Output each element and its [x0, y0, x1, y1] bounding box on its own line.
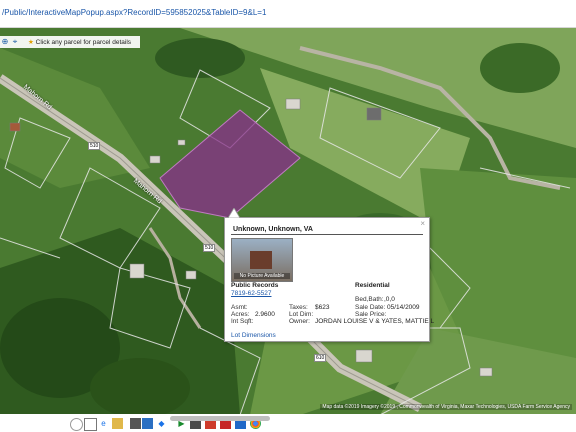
- saleprice-label: Sale Price:: [355, 311, 387, 318]
- property-photo: No Picture Available: [231, 238, 293, 282]
- owner-label: Owner:: [289, 318, 310, 325]
- popup-pointer: [228, 208, 240, 218]
- taskbar: e ◆ ▶: [0, 414, 576, 432]
- saledate-label: Sale Date:: [355, 304, 386, 311]
- bedbath-label: Bed,Bath:: [355, 296, 384, 303]
- acres-value: 2.9600: [255, 311, 275, 318]
- bedbath-value: ,0,0: [384, 296, 395, 303]
- saledate-value: 05/14/2009: [387, 304, 420, 311]
- store-icon[interactable]: [130, 418, 141, 429]
- road-label-610: 610: [314, 354, 327, 362]
- dropbox-icon[interactable]: ◆: [156, 418, 167, 429]
- no-picture-caption: No Picture Available: [234, 273, 290, 279]
- locate-icon[interactable]: ⌖: [10, 36, 20, 48]
- task-view-icon[interactable]: [84, 418, 97, 431]
- star-icon: ★: [28, 39, 34, 46]
- owner-value: JORDAN LOUISE V & YATES, MATTIE L: [315, 318, 435, 325]
- edge-icon[interactable]: e: [98, 418, 109, 429]
- lot-dimensions-link[interactable]: Lot Dimensions: [231, 332, 276, 339]
- taxes-value: $623: [315, 304, 330, 311]
- intsqft-label: Int Sqft:: [231, 318, 254, 325]
- address-bar[interactable]: /Public/InteractiveMapPopup.aspx?RecordI…: [0, 0, 576, 28]
- cortana-icon[interactable]: [70, 418, 83, 431]
- road-label-510-1: 510: [88, 142, 101, 150]
- horizontal-scrollbar[interactable]: [170, 416, 270, 421]
- road-label-510-2: 510: [203, 244, 216, 252]
- map-attribution: Map data ©2019 Imagery ©2019 , Commonwea…: [320, 404, 572, 410]
- globe-icon[interactable]: ⊕: [0, 36, 10, 48]
- acres-label: Acres:: [231, 311, 250, 318]
- file-explorer-icon[interactable]: [112, 418, 123, 429]
- map-toolbar: ⊕ ⌖ ★ Click any parcel for parcel detail…: [0, 36, 140, 48]
- divider: [231, 234, 423, 235]
- lotdim-label: Lot Dim:: [289, 311, 314, 318]
- parcel-popup: × Unknown, Unknown, VA No Picture Availa…: [224, 217, 434, 342]
- taxes-label: Taxes:: [289, 304, 308, 311]
- public-records-heading: Public Records: [231, 282, 279, 289]
- parcel-hint: ★ Click any parcel for parcel details: [28, 39, 132, 46]
- residential-heading: Residential: [355, 282, 390, 289]
- asmt-label: Asmt:: [231, 304, 248, 311]
- mail-icon[interactable]: [142, 418, 153, 429]
- house-image: [250, 251, 272, 269]
- url-text[interactable]: /Public/InteractiveMapPopup.aspx?RecordI…: [2, 8, 266, 17]
- parcel-id-link[interactable]: 7819-62-5527: [231, 290, 271, 297]
- popup-title: Unknown, Unknown, VA: [233, 226, 313, 233]
- close-icon[interactable]: ×: [420, 219, 425, 228]
